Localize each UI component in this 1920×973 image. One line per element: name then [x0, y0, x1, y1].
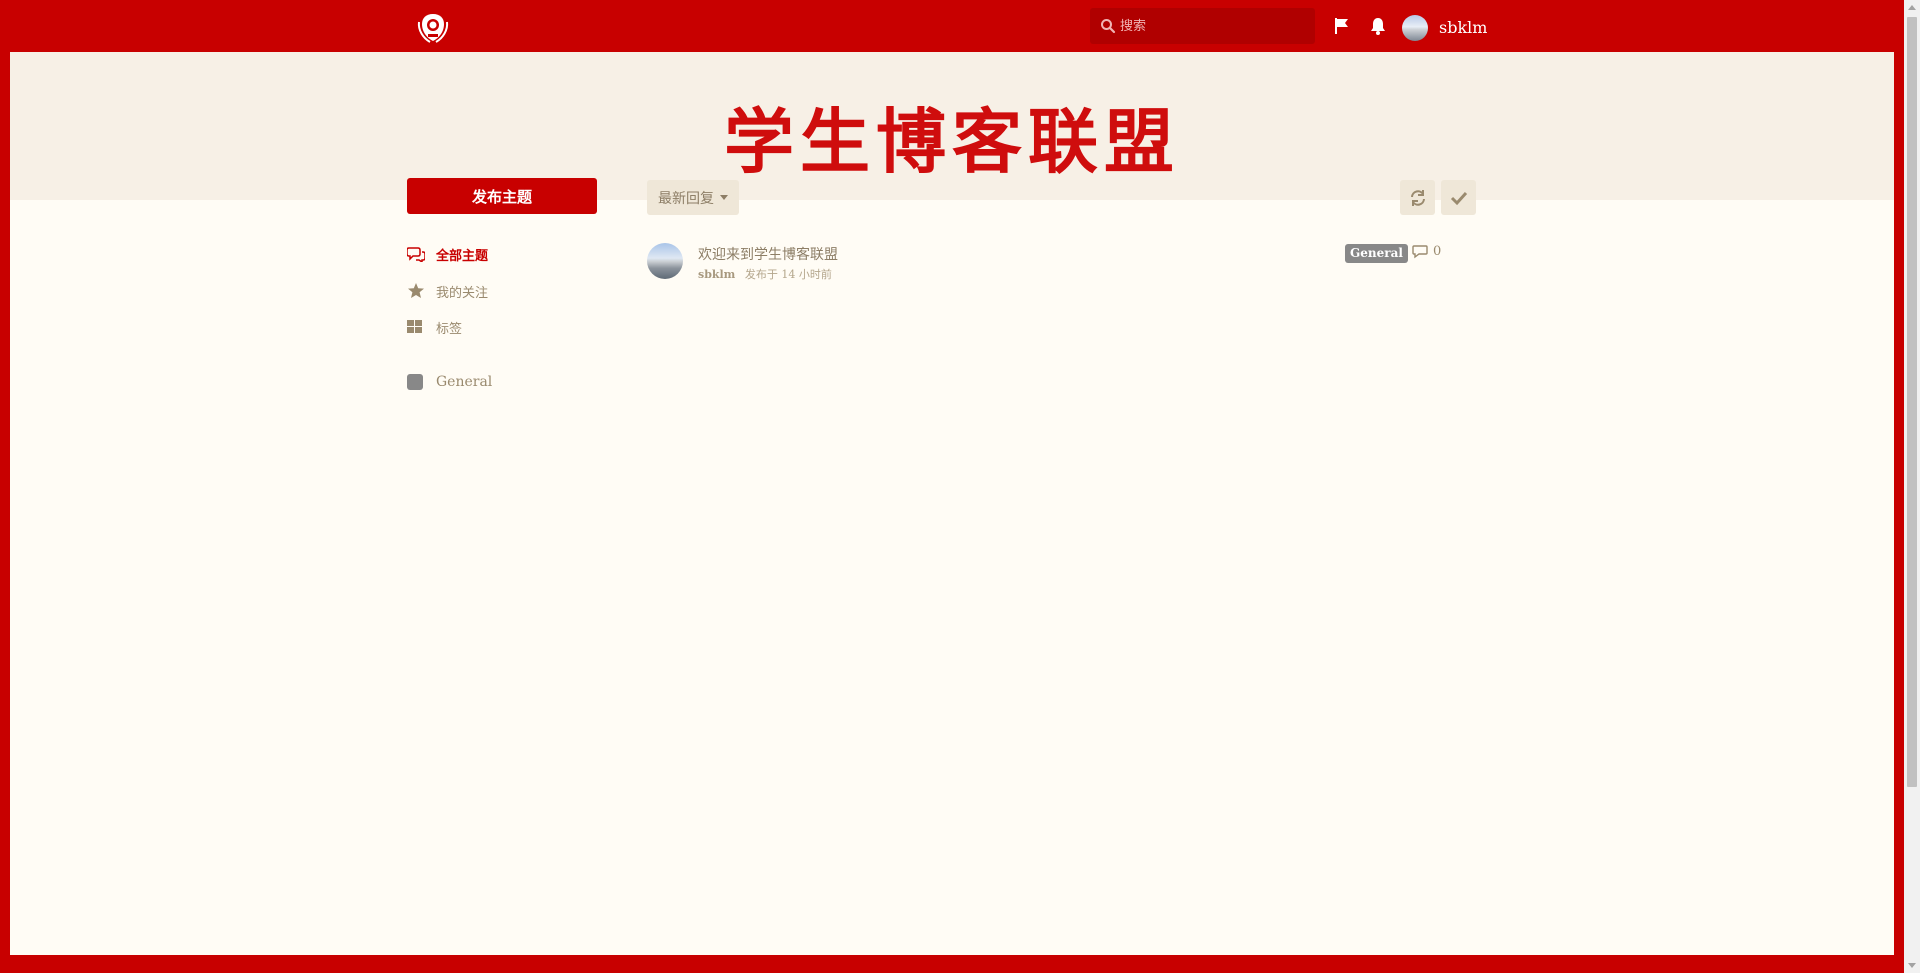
site-logo-icon[interactable]	[416, 12, 450, 44]
page-scrollbar[interactable]	[1904, 0, 1920, 973]
sidebar-item-label: 标签	[436, 321, 463, 337]
user-avatar[interactable]	[1402, 15, 1428, 41]
star-icon	[408, 283, 424, 298]
search-box[interactable]	[1090, 8, 1315, 44]
top-header: sbklm	[0, 0, 1904, 52]
hero-banner: 学生博客联盟	[10, 52, 1894, 200]
sidebar-item-all-topics[interactable]: 全部主题	[407, 243, 488, 265]
discussion-title[interactable]: 欢迎来到学生博客联盟	[698, 244, 838, 264]
discussion-reply-count: 0	[1412, 244, 1441, 259]
check-icon	[1450, 191, 1467, 205]
caret-down-icon	[720, 195, 728, 200]
discussion-author[interactable]: sbklm	[698, 268, 735, 281]
scrollbar-thumb[interactable]	[1907, 17, 1917, 787]
sidebar-item-tags[interactable]: 标签	[407, 316, 462, 338]
main-frame: 学生博客联盟	[10, 52, 1894, 955]
search-icon	[1101, 19, 1116, 34]
reply-count-value: 0	[1433, 244, 1442, 259]
sidebar-item-following[interactable]: 我的关注	[407, 280, 488, 302]
mark-all-read-button[interactable]	[1441, 180, 1476, 215]
sidebar-item-label: 我的关注	[436, 285, 489, 301]
hero-title: 学生博客联盟	[724, 101, 1180, 183]
new-topic-button[interactable]: 发布主题	[407, 178, 597, 214]
tag-color-swatch	[407, 374, 423, 390]
sort-dropdown[interactable]: 最新回复	[647, 180, 739, 215]
discussion-tag-badge[interactable]: General	[1345, 244, 1408, 263]
discussion-time: 发布于 14 小时前	[744, 268, 832, 281]
bell-icon[interactable]	[1368, 16, 1388, 36]
discussion-meta: sbklm 发布于 14 小时前	[698, 266, 832, 282]
grid-icon	[407, 320, 422, 333]
comments-icon	[407, 247, 425, 262]
refresh-icon	[1410, 189, 1425, 206]
sort-label: 最新回复	[658, 190, 714, 207]
discussion-author-avatar[interactable]	[647, 243, 683, 279]
sidebar-tag-general[interactable]: General	[407, 371, 492, 393]
scroll-up-arrow-icon[interactable]	[1908, 5, 1916, 10]
flag-icon[interactable]	[1332, 16, 1352, 36]
search-input[interactable]	[1120, 8, 1310, 44]
sidebar-tag-label: General	[436, 374, 493, 390]
sidebar-item-label: 全部主题	[436, 248, 489, 264]
comment-icon	[1412, 244, 1428, 258]
refresh-button[interactable]	[1400, 180, 1435, 215]
scroll-down-arrow-icon[interactable]	[1908, 963, 1916, 968]
header-username[interactable]: sbklm	[1439, 18, 1487, 37]
